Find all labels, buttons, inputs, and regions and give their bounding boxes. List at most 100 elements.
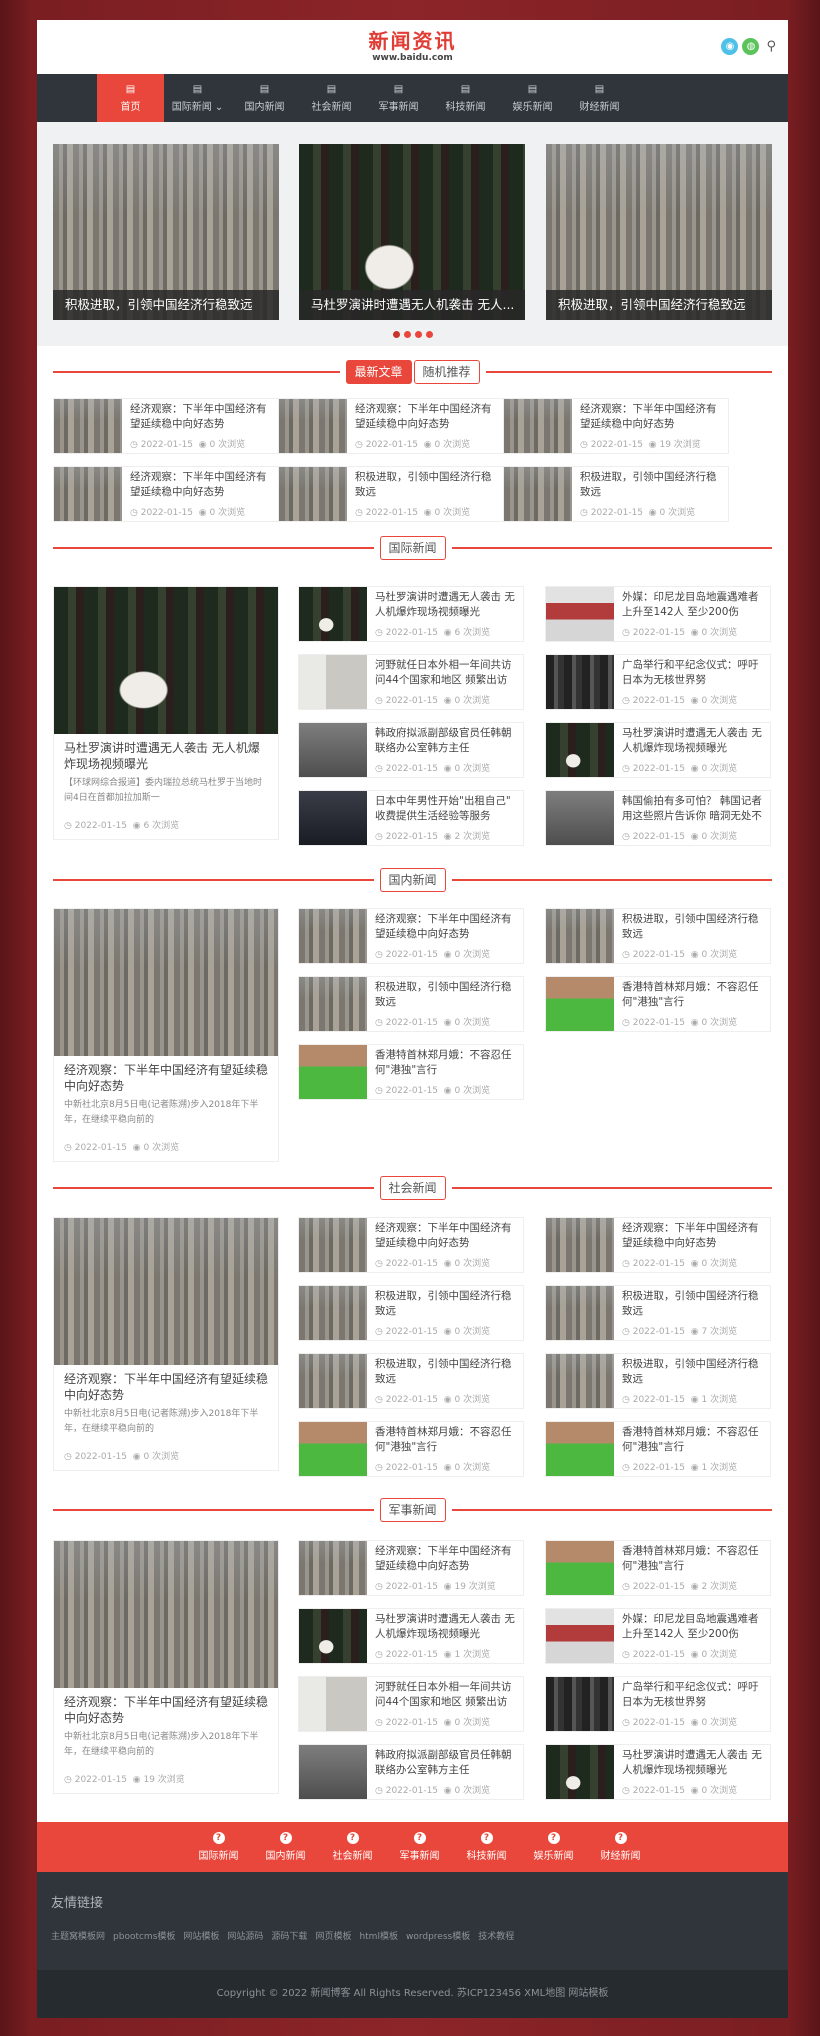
friend-link[interactable]: 源码下载: [271, 1929, 307, 1942]
qq-icon[interactable]: ◉: [721, 38, 739, 55]
list-item[interactable]: 经济观察：下半年中国经济有望延续稳中向好态势 ◷ 2022-01-15 ◉ 0 次…: [278, 398, 504, 454]
list-icon: ▤: [259, 83, 270, 95]
nav-item-military[interactable]: ▤ 军事新闻: [365, 74, 432, 122]
clock-icon: ◷: [64, 1143, 75, 1153]
clock-icon: ◷: [64, 821, 75, 831]
thumbnail: [279, 399, 347, 453]
thumbnail: [546, 587, 614, 641]
slide[interactable]: 马杜罗演讲时遭遇无人机袭击 无人...: [299, 144, 525, 320]
list-item[interactable]: 经济观察：下半年中国经济有望延续稳中向好态势 ◷ 2022-01-15 ◉ 0 次…: [53, 466, 279, 522]
list-item[interactable]: 韩国偷拍有多可怕？ 韩国记者用这些照片告诉你 暗洞无处不 ◷ 2022-01-15…: [545, 790, 771, 846]
nav-item-home[interactable]: ▤ 首页: [97, 74, 164, 122]
thumbnail: [299, 723, 367, 777]
list-item[interactable]: 广岛举行和平纪念仪式：呼吁日本为无核世界努 ◷ 2022-01-15 ◉ 0 次浏…: [545, 1676, 771, 1732]
slider-dot[interactable]: [414, 331, 422, 338]
list-item[interactable]: 香港特首林郑月娥：不容忍任何"港独"言行 ◷ 2022-01-15 ◉ 1 次浏览: [545, 1421, 771, 1477]
eye-icon: ◉: [648, 508, 660, 518]
list-item[interactable]: 马杜罗演讲时遭遇无人袭击 无人机爆炸现场视频曝光 ◷ 2022-01-15 ◉ 0…: [545, 1744, 771, 1800]
friend-link[interactable]: 网站模板: [183, 1929, 219, 1942]
section-title[interactable]: 国际新闻: [379, 536, 446, 560]
search-icon[interactable]: ⚲: [766, 39, 776, 54]
list-item[interactable]: 积极进取，引领中国经济行稳致远 ◷ 2022-01-15 ◉ 0 次浏览: [503, 466, 729, 522]
friend-link[interactable]: wordpress模板: [406, 1929, 470, 1942]
list-item[interactable]: 韩政府拟派副部级官员任韩朝联络办公室韩方主任 ◷ 2022-01-15 ◉ 0 次…: [298, 722, 524, 778]
slider-dot[interactable]: [392, 331, 400, 338]
wechat-icon[interactable]: ◍: [742, 38, 760, 55]
footer-nav-item[interactable]: ? 娱乐新闻: [520, 1822, 587, 1872]
thumbnail: [279, 467, 347, 521]
slider-dot[interactable]: [425, 331, 433, 338]
featured-article[interactable]: 经济观察：下半年中国经济有望延续稳中向好态势 中新社北京8月5日电(记者陈溯)步入…: [53, 1217, 279, 1471]
eye-icon: ◉: [690, 950, 702, 960]
list-item[interactable]: 经济观察：下半年中国经济有望延续稳中向好态势 ◷ 2022-01-15 ◉ 0 次…: [298, 1217, 524, 1273]
nav-item-tech[interactable]: ▤ 科技新闻: [432, 74, 499, 122]
list-item[interactable]: 积极进取，引领中国经济行稳致远 ◷ 2022-01-15 ◉ 0 次浏览: [298, 976, 524, 1032]
section-header: 最新文章 随机推荐: [53, 360, 772, 384]
footer-nav-item[interactable]: ? 军事新闻: [386, 1822, 453, 1872]
thumbnail: [546, 1354, 614, 1408]
section-title[interactable]: 社会新闻: [379, 1176, 446, 1200]
list-item[interactable]: 马杜罗演讲时遭遇无人袭击 无人机爆炸现场视频曝光 ◷ 2022-01-15 ◉ 1…: [298, 1608, 524, 1664]
featured-article[interactable]: 经济观察：下半年中国经济有望延续稳中向好态势 中新社北京8月5日电(记者陈溯)步入…: [53, 908, 279, 1162]
footer-nav-item[interactable]: ? 科技新闻: [453, 1822, 520, 1872]
friend-link[interactable]: 主题窝模板网: [51, 1929, 105, 1942]
list-item[interactable]: 外媒：印尼龙目岛地震遇难者上升至142人 至少200伤 ◷ 2022-01-15 …: [545, 1608, 771, 1664]
list-item[interactable]: 香港特首林郑月娥：不容忍任何"港独"言行 ◷ 2022-01-15 ◉ 0 次浏览: [545, 976, 771, 1032]
nav-item-intl[interactable]: ▤ 国际新闻 ⌄: [164, 74, 231, 122]
list-icon: ▤: [527, 83, 538, 95]
friend-link[interactable]: html模板: [359, 1929, 398, 1942]
featured-article[interactable]: 经济观察：下半年中国经济有望延续稳中向好态势 中新社北京8月5日电(记者陈溯)步入…: [53, 1540, 279, 1794]
friend-link[interactable]: 网页模板: [315, 1929, 351, 1942]
list-item[interactable]: 外媒：印尼龙目岛地震遇难者上升至142人 至少200伤 ◷ 2022-01-15 …: [545, 586, 771, 642]
list-item[interactable]: 积极进取，引领中国经济行稳致远 ◷ 2022-01-15 ◉ 0 次浏览: [545, 908, 771, 964]
footer-nav-item[interactable]: ? 国内新闻: [252, 1822, 319, 1872]
slide[interactable]: 积极进取，引领中国经济行稳致远: [546, 144, 772, 320]
list-item[interactable]: 积极进取，引领中国经济行稳致远 ◷ 2022-01-15 ◉ 0 次浏览: [298, 1353, 524, 1409]
list-item[interactable]: 积极进取，引领中国经济行稳致远 ◷ 2022-01-15 ◉ 1 次浏览: [545, 1353, 771, 1409]
eye-icon: ◉: [690, 1718, 702, 1728]
list-icon: ▤: [594, 83, 605, 95]
list-item[interactable]: 香港特首林郑月娥：不容忍任何"港独"言行 ◷ 2022-01-15 ◉ 0 次浏览: [298, 1044, 524, 1100]
slide[interactable]: 积极进取，引领中国经济行稳致远: [53, 144, 279, 320]
nav-item-domestic[interactable]: ▤ 国内新闻: [231, 74, 298, 122]
friend-link[interactable]: pbootcms模板: [113, 1929, 175, 1942]
list-item[interactable]: 经济观察：下半年中国经济有望延续稳中向好态势 ◷ 2022-01-15 ◉ 0 次…: [53, 398, 279, 454]
eye-icon: ◉: [198, 508, 210, 518]
list-item[interactable]: 河野就任日本外相一年间共访问44个国家和地区 频繁出访被◷ 2022-01-15…: [298, 1676, 524, 1732]
footer-nav-item[interactable]: ? 国际新闻: [185, 1822, 252, 1872]
list-item[interactable]: 积极进取，引领中国经济行稳致远 ◷ 2022-01-15 ◉ 0 次浏览: [278, 466, 504, 522]
friend-link[interactable]: 网站源码: [227, 1929, 263, 1942]
footer-nav-item[interactable]: ? 财经新闻: [587, 1822, 654, 1872]
list-item[interactable]: 经济观察：下半年中国经济有望延续稳中向好态势 ◷ 2022-01-15 ◉ 0 次…: [298, 908, 524, 964]
tab-random[interactable]: 随机推荐: [413, 360, 480, 384]
clock-icon: ◷: [130, 440, 141, 450]
list-item[interactable]: 韩政府拟派副部级官员任韩朝联络办公室韩方主任 ◷ 2022-01-15 ◉ 0 次…: [298, 1744, 524, 1800]
list-item[interactable]: 日本中年男性开始"出租自己" 收费提供生活经验等服务 ◷ 2022-01-15 ◉…: [298, 790, 524, 846]
list-item[interactable]: 马杜罗演讲时遭遇无人袭击 无人机爆炸现场视频曝光 ◷ 2022-01-15 ◉ 6…: [298, 586, 524, 642]
section-title[interactable]: 国内新闻: [379, 868, 446, 892]
list-item[interactable]: 香港特首林郑月娥：不容忍任何"港独"言行 ◷ 2022-01-15 ◉ 0 次浏览: [298, 1421, 524, 1477]
list-item[interactable]: 经济观察：下半年中国经济有望延续稳中向好态势 ◷ 2022-01-15 ◉ 19 …: [298, 1540, 524, 1596]
site-logo[interactable]: 新闻资讯 www.baidu.com: [369, 31, 457, 63]
slider-dot[interactable]: [403, 331, 411, 338]
eye-icon: ◉: [443, 1018, 455, 1028]
list-item[interactable]: 香港特首林郑月娥：不容忍任何"港独"言行 ◷ 2022-01-15 ◉ 2 次浏览: [545, 1540, 771, 1596]
list-item[interactable]: 马杜罗演讲时遭遇无人袭击 无人机爆炸现场视频曝光 ◷ 2022-01-15 ◉ 0…: [545, 722, 771, 778]
list-item[interactable]: 积极进取，引领中国经济行稳致远 ◷ 2022-01-15 ◉ 0 次浏览: [298, 1285, 524, 1341]
nav-item-ent[interactable]: ▤ 娱乐新闻: [499, 74, 566, 122]
section-title[interactable]: 军事新闻: [379, 1498, 446, 1522]
eye-icon: ◉: [443, 1650, 455, 1660]
list-item[interactable]: 广岛举行和平纪念仪式：呼吁日本为无核世界努 ◷ 2022-01-15 ◉ 0 次浏…: [545, 654, 771, 710]
friend-link[interactable]: 技术教程: [478, 1929, 514, 1942]
list-item[interactable]: 河野就任日本外相一年间共访问44个国家和地区 频繁出访被◷ 2022-01-15…: [298, 654, 524, 710]
eye-icon: ◉: [132, 1452, 144, 1462]
list-item[interactable]: 经济观察：下半年中国经济有望延续稳中向好态势 ◷ 2022-01-15 ◉ 0 次…: [545, 1217, 771, 1273]
list-item[interactable]: 积极进取，引领中国经济行稳致远 ◷ 2022-01-15 ◉ 7 次浏览: [545, 1285, 771, 1341]
eye-icon: ◉: [443, 1259, 455, 1269]
list-item[interactable]: 经济观察：下半年中国经济有望延续稳中向好态势 ◷ 2022-01-15 ◉ 19 …: [503, 398, 729, 454]
nav-item-society[interactable]: ▤ 社会新闻: [298, 74, 365, 122]
nav-item-finance[interactable]: ▤ 财经新闻: [566, 74, 633, 122]
tab-latest[interactable]: 最新文章: [345, 360, 412, 384]
featured-article[interactable]: 马杜罗演讲时遭遇无人袭击 无人机爆炸现场视频曝光 【环球网综合报道】委内瑞拉总统马…: [53, 586, 279, 840]
footer-nav-item[interactable]: ? 社会新闻: [319, 1822, 386, 1872]
